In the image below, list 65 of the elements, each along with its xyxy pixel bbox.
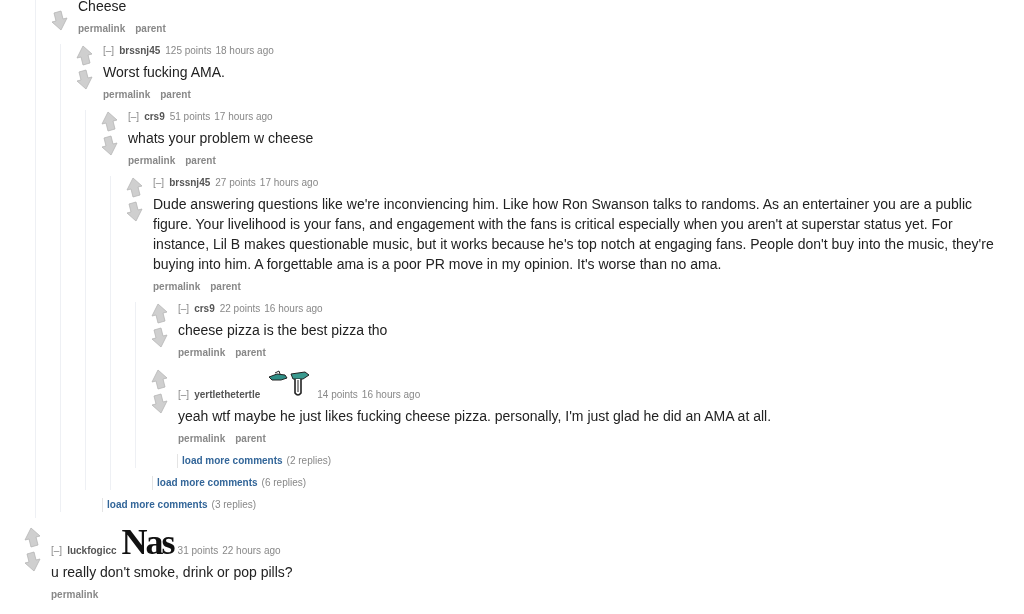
comment-text: Dude answering questions like we're inconviencing him. Like how Ron Swanson talks to randoms. As an entertainer you are a public figure. Your livelihood is your fans, and engagement with the fans is critical especially when you aren't at superstar status yet. For instance, Lil B makes questionable music, but it works because he's top notch at engaging fans. People don't buy into the music, they're buying into him. A forgettable ama is a poor PR move in my opinion. It's worse than no ama. <box>153 195 995 274</box>
timestamp: 17 hours ago <box>259 177 319 188</box>
collapse-toggle[interactable]: [–] <box>51 545 63 556</box>
comment-link[interactable]: permalink <box>178 432 226 446</box>
upvote-arrow-icon[interactable] <box>101 111 118 132</box>
score: 31 points <box>177 545 219 556</box>
upvote-arrow-icon[interactable] <box>126 177 143 198</box>
collapse-toggle[interactable]: [–] <box>103 45 115 56</box>
timestamp: 18 hours ago <box>215 45 274 56</box>
comment-link[interactable]: permalink <box>78 22 126 36</box>
reply-count: (6 replies) <box>261 477 307 488</box>
comment-link[interactable]: permalink <box>103 88 151 102</box>
downvote-arrow-icon[interactable] <box>51 10 68 31</box>
score: 22 points <box>219 303 261 314</box>
author-link[interactable]: crs9 <box>144 111 165 122</box>
timestamp: 16 hours ago <box>264 303 323 314</box>
downvote-arrow-icon[interactable] <box>151 327 168 348</box>
comment-link[interactable]: permalink <box>128 154 176 168</box>
downvote-arrow-icon[interactable] <box>101 135 118 156</box>
timestamp: 17 hours ago <box>214 111 273 122</box>
upvote-arrow-icon[interactable] <box>151 369 168 390</box>
score: 51 points <box>169 111 211 122</box>
comment-link[interactable]: permalink <box>178 346 226 360</box>
upvote-arrow-icon[interactable] <box>24 527 41 548</box>
comment-link[interactable]: parent <box>160 88 191 102</box>
score: 14 points <box>317 389 358 400</box>
downvote-arrow-icon[interactable] <box>126 201 143 222</box>
timestamp: 16 hours ago <box>361 389 421 400</box>
downvote-arrow-icon[interactable] <box>151 393 168 414</box>
collapse-toggle[interactable]: [–] <box>178 303 190 314</box>
comment-link[interactable]: permalink <box>153 280 201 294</box>
comment-link[interactable]: parent <box>135 22 166 36</box>
flair-logo: Nas <box>121 522 174 562</box>
comment-text: cheese pizza is the best pizza tho <box>178 321 389 340</box>
reply-count: (3 replies) <box>211 499 257 510</box>
collapse-toggle[interactable]: [–] <box>128 111 140 122</box>
load-more-link[interactable]: load more comments <box>182 455 283 466</box>
comment-link[interactable]: parent <box>210 280 241 294</box>
comment-link[interactable]: parent <box>235 346 266 360</box>
upvote-arrow-icon[interactable] <box>76 45 93 66</box>
timestamp: 22 hours ago <box>222 545 281 556</box>
downvote-arrow-icon[interactable] <box>24 551 41 572</box>
comment-link[interactable]: parent <box>185 154 216 168</box>
author-link[interactable]: brssnj45 <box>169 177 211 188</box>
author-link[interactable]: luckfogicc <box>67 545 117 556</box>
comment-text: Cheese <box>78 0 128 16</box>
comment-link[interactable]: permalink <box>51 588 99 602</box>
author-link[interactable]: brssnj45 <box>119 45 161 56</box>
reply-count: (2 replies) <box>286 455 332 466</box>
comment-text: Worst fucking AMA. <box>103 63 226 82</box>
author-link[interactable]: yertlethetertle <box>194 389 261 400</box>
comment-text: whats your problem w cheese <box>128 129 315 148</box>
score: 27 points <box>215 177 256 188</box>
collapse-toggle[interactable]: [–] <box>153 177 165 188</box>
comment-text: yeah wtf maybe he just likes fucking cheese pizza. personally, I'm just glad he did an AMA at all. <box>178 407 773 426</box>
upvote-arrow-icon[interactable] <box>151 303 168 324</box>
score: 125 points <box>165 45 212 56</box>
comment-text: u really don't smoke, drink or pop pills? <box>51 563 294 582</box>
collapse-toggle[interactable]: [–] <box>178 389 190 400</box>
hands-icon <box>267 368 312 398</box>
downvote-arrow-icon[interactable] <box>76 69 93 90</box>
load-more-link[interactable]: load more comments <box>157 477 258 488</box>
comment-link[interactable]: parent <box>235 432 266 446</box>
author-link[interactable]: crs9 <box>194 303 215 314</box>
load-more-link[interactable]: load more comments <box>107 499 208 510</box>
